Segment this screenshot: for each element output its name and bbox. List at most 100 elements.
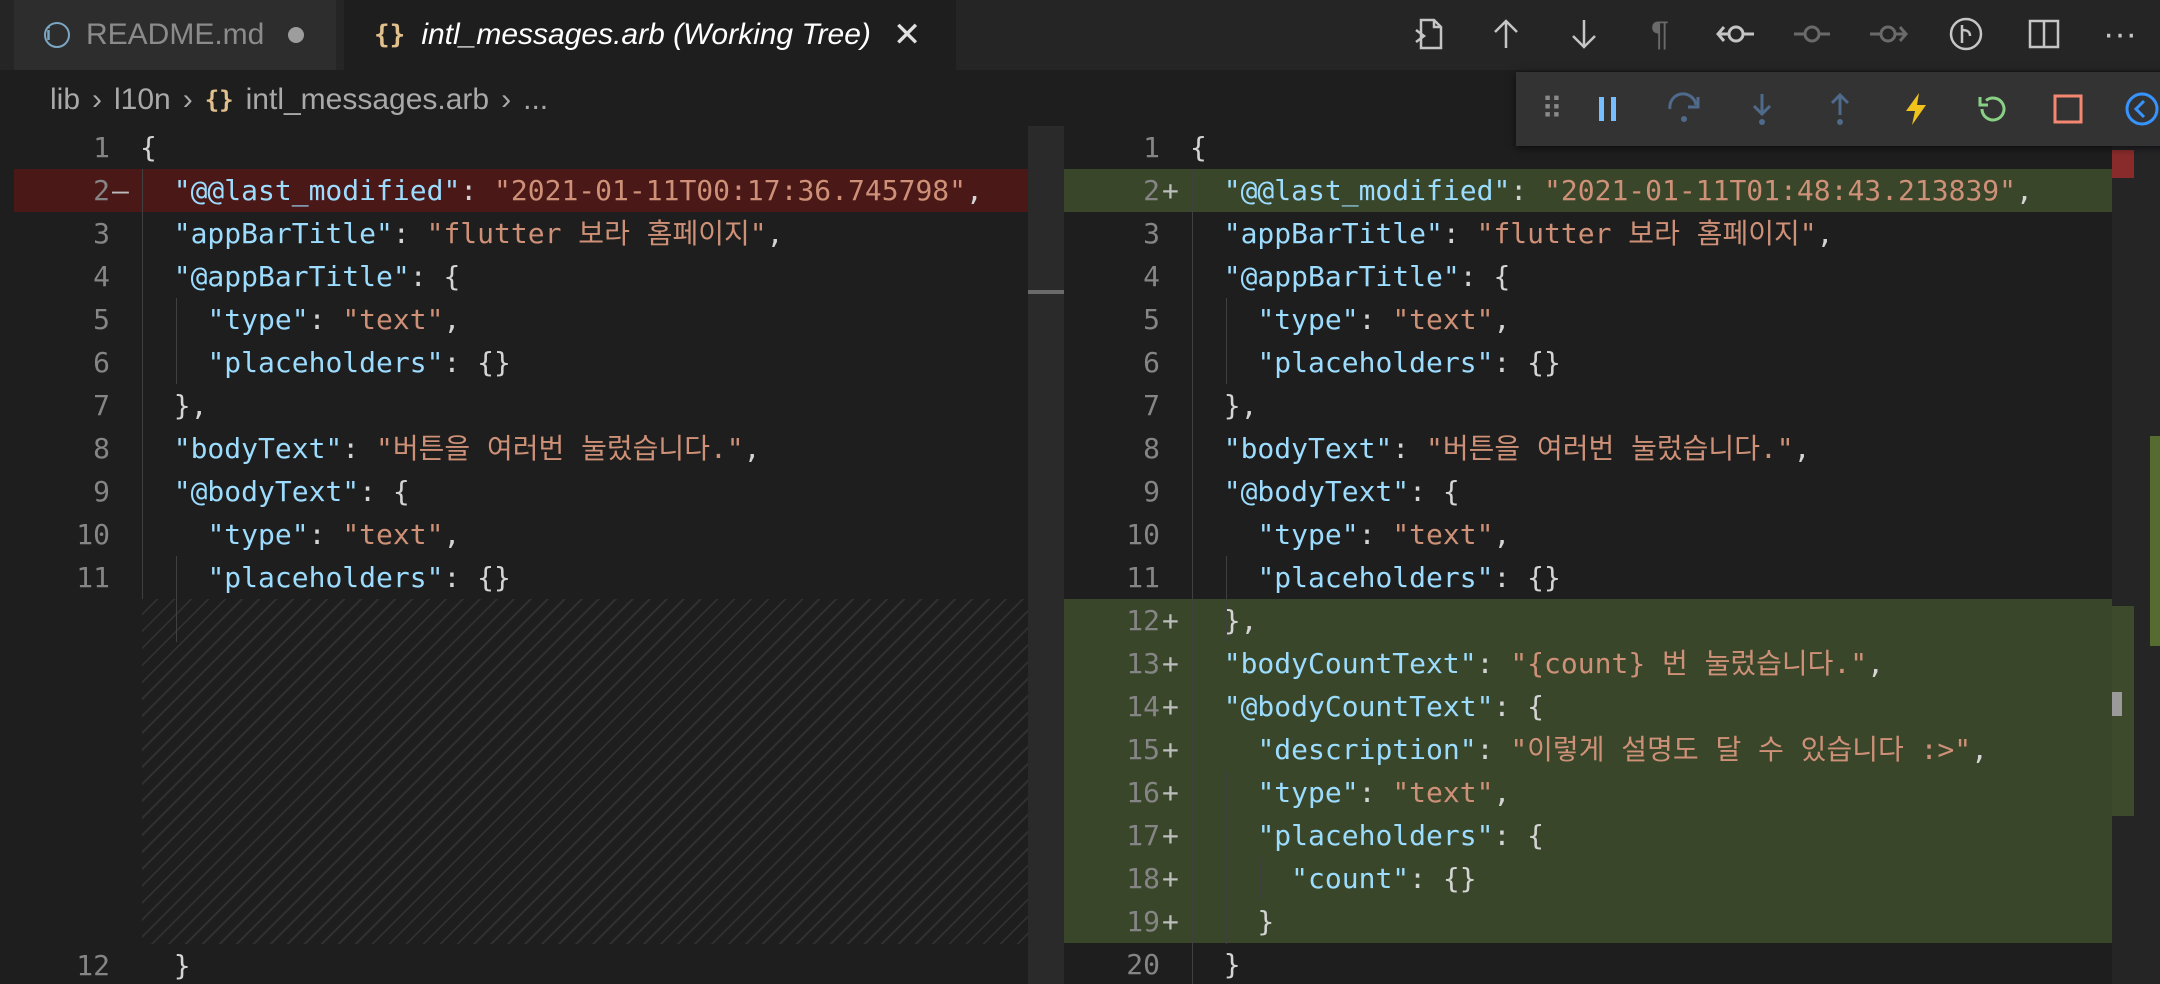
- right-code-line-19[interactable]: 19 + }: [1064, 900, 2112, 943]
- code-text: "placeholders": {}: [207, 346, 511, 379]
- devtools-icon[interactable]: [2116, 83, 2160, 135]
- pilcrow-icon[interactable]: ¶: [1634, 8, 1686, 60]
- diff-added-marker: +: [1162, 862, 1179, 895]
- git-commit-icon[interactable]: [1786, 8, 1838, 60]
- git-compare-icon[interactable]: [1710, 8, 1762, 60]
- step-over-icon[interactable]: [1658, 83, 1710, 135]
- line-number: 6: [93, 346, 110, 379]
- line-number: 3: [93, 217, 110, 250]
- line-number: 7: [1143, 389, 1160, 422]
- right-code-line-2[interactable]: 2 + "@@last_modified": "2021-01-11T01:48:…: [1064, 169, 2112, 212]
- breadcrumb-file[interactable]: intl_messages.arb: [246, 83, 489, 117]
- line-number: 20: [1126, 948, 1160, 981]
- right-code-line-17[interactable]: 17 + "placeholders": {: [1064, 814, 2112, 857]
- left-code-line-4[interactable]: 4 "@appBarTitle": {: [14, 255, 1028, 298]
- indent-guide: [176, 298, 177, 384]
- close-icon[interactable]: ✕: [893, 15, 922, 55]
- right-code-line-6[interactable]: 6 "placeholders": {}: [1064, 341, 2112, 384]
- left-code-line-6[interactable]: 6 "placeholders": {}: [14, 341, 1028, 384]
- code-text: "type": "text",: [1257, 518, 1511, 551]
- right-code-line-20[interactable]: 20 }: [1064, 943, 2112, 984]
- indent-guide: [1226, 556, 1227, 642]
- open-file-icon[interactable]: [1404, 8, 1456, 60]
- right-code-line-13[interactable]: 13 + "bodyCountText": "{count} 번 눌렀습니다.",: [1064, 642, 2112, 685]
- indent-guide: [142, 169, 143, 599]
- code-text: },: [1190, 389, 1258, 422]
- code-text: "placeholders": {}: [207, 561, 511, 594]
- diff-added-marker: +: [1162, 776, 1179, 809]
- left-code-line-2[interactable]: 2— "@@last_modified": "2021-01-11T00:17:…: [14, 169, 1028, 212]
- left-code-line-7[interactable]: 7 },: [14, 384, 1028, 427]
- diff-added-marker: +: [1162, 604, 1179, 637]
- code-text: "@@last_modified": "2021-01-11T01:48:43.…: [1223, 174, 2033, 207]
- code-text: "placeholders": {: [1257, 819, 1545, 852]
- right-code-line-9[interactable]: 9 "@bodyText": {: [1064, 470, 2112, 513]
- right-code-line-15[interactable]: 15 + "description": "이렇게 설명도 달 수 있습니다 :>"…: [1064, 728, 2112, 771]
- left-code-line-5[interactable]: 5 "type": "text",: [14, 298, 1028, 341]
- git-graph-icon[interactable]: [1940, 8, 1992, 60]
- git-next-icon[interactable]: [1862, 8, 1914, 60]
- code-text: "placeholders": {}: [1257, 346, 1561, 379]
- left-code-line-11[interactable]: 11 "placeholders": {}: [14, 556, 1028, 599]
- tab-label: README.md: [86, 18, 265, 51]
- tab-readme[interactable]: i README.md: [14, 0, 336, 70]
- breadcrumb-l10n[interactable]: l10n: [114, 83, 171, 117]
- right-code-line-5[interactable]: 5 "type": "text",: [1064, 298, 2112, 341]
- arrow-up-icon[interactable]: [1480, 8, 1532, 60]
- hot-reload-icon[interactable]: [1890, 83, 1942, 135]
- step-into-icon[interactable]: [1736, 83, 1788, 135]
- breadcrumb-lib[interactable]: lib: [50, 83, 80, 117]
- left-scrollbar[interactable]: [1028, 126, 1064, 984]
- right-code-line-10[interactable]: 10 "type": "text",: [1064, 513, 2112, 556]
- right-code-line-14[interactable]: 14 + "@bodyCountText": {: [1064, 685, 2112, 728]
- right-code-line-8[interactable]: 8 "bodyText": "버튼을 여러번 눌렀습니다.",: [1064, 427, 2112, 470]
- pause-icon[interactable]: [1582, 83, 1634, 135]
- line-number: 11: [76, 561, 110, 594]
- line-number: 12: [1126, 604, 1160, 637]
- right-code-line-3[interactable]: 3 "appBarTitle": "flutter 보라 홈페이지",: [1064, 212, 2112, 255]
- line-number: 16: [1126, 776, 1160, 809]
- code-text: "description": "이렇게 설명도 달 수 있습니다 :>",: [1257, 733, 1989, 766]
- right-code-line-7[interactable]: 7 },: [1064, 384, 2112, 427]
- line-number: 19: [1126, 905, 1160, 938]
- breadcrumb-more[interactable]: ...: [523, 83, 548, 117]
- right-code-line-16[interactable]: 16 + "type": "text",: [1064, 771, 2112, 814]
- split-editor-icon[interactable]: [2018, 8, 2070, 60]
- restart-icon[interactable]: [1966, 83, 2018, 135]
- arrow-down-icon[interactable]: [1558, 8, 1610, 60]
- indent-guide: [1226, 298, 1227, 384]
- chevron-right-icon: ›: [501, 83, 512, 116]
- left-code-line-12[interactable]: 12 }: [14, 944, 1028, 984]
- line-number: 9: [93, 475, 110, 508]
- left-code-line-1[interactable]: 1{: [14, 126, 1028, 169]
- right-code-line-4[interactable]: 4 "@appBarTitle": {: [1064, 255, 2112, 298]
- left-code-line-8[interactable]: 8 "bodyText": "버튼을 여러번 눌렀습니다.",: [14, 427, 1028, 470]
- line-number: 18: [1126, 862, 1160, 895]
- debug-toolbar: ⠿: [1516, 72, 2160, 146]
- right-code-line-18[interactable]: 18 + "count": {}: [1064, 857, 2112, 900]
- right-code-line-12[interactable]: 12 + },: [1064, 599, 2112, 642]
- code-text: "@bodyCountText": {: [1223, 690, 1545, 723]
- line-number: 13: [1126, 647, 1160, 680]
- left-code-line-9[interactable]: 9 "@bodyText": {: [14, 470, 1028, 513]
- unsaved-dot-icon[interactable]: [288, 27, 305, 43]
- right-scrollbar[interactable]: [2112, 126, 2160, 984]
- more-icon[interactable]: ···: [2094, 8, 2146, 60]
- stop-icon[interactable]: [2042, 83, 2094, 135]
- line-number: 8: [93, 432, 110, 465]
- line-number: 5: [93, 303, 110, 336]
- left-code-line-3[interactable]: 3 "appBarTitle": "flutter 보라 홈페이지",: [14, 212, 1028, 255]
- diff-modified-pane[interactable]: 1{2 + "@@last_modified": "2021-01-11T01:4…: [1064, 126, 2112, 984]
- line-number: 2: [93, 174, 110, 207]
- indent-guide: [1226, 771, 1227, 944]
- drag-handle-icon[interactable]: ⠿: [1526, 83, 1578, 135]
- tab-intl-messages[interactable]: {} intl_messages.arb (Working Tree) ✕: [344, 0, 956, 70]
- line-number: 10: [1126, 518, 1160, 551]
- diff-original-pane[interactable]: 1{2— "@@last_modified": "2021-01-11T00:1…: [14, 126, 1028, 984]
- tab-label: intl_messages.arb (Working Tree): [421, 18, 871, 51]
- step-out-icon[interactable]: [1814, 83, 1866, 135]
- right-code-line-11[interactable]: 11 "placeholders": {}: [1064, 556, 2112, 599]
- line-number: 4: [93, 260, 110, 293]
- code-text: "@appBarTitle": {: [1223, 260, 1511, 293]
- left-code-line-10[interactable]: 10 "type": "text",: [14, 513, 1028, 556]
